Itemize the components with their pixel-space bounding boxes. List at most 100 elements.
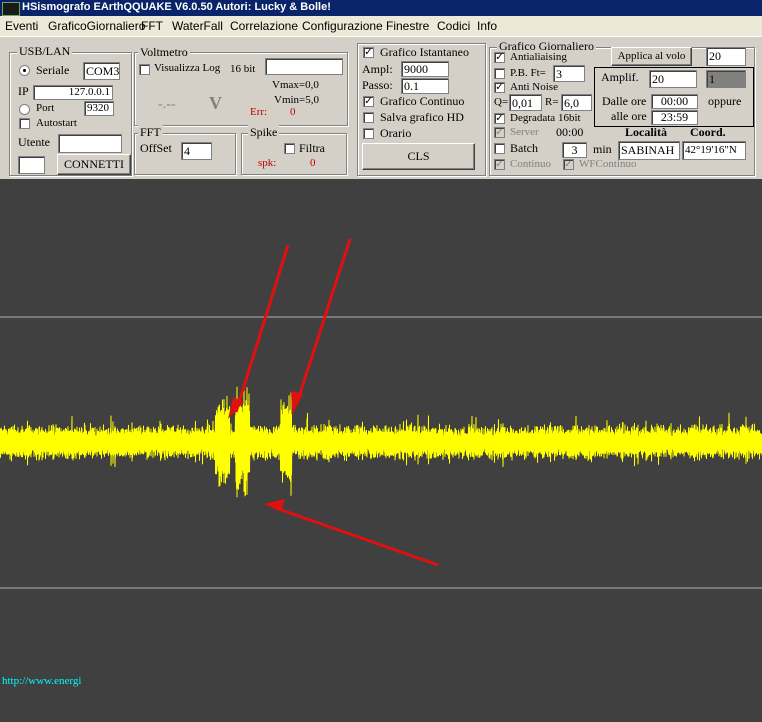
batch-label: Batch xyxy=(510,141,538,155)
r-field[interactable]: 6,0 xyxy=(561,94,592,111)
spk-label: spk: xyxy=(258,157,277,169)
istantaneo-checkbox[interactable]: ✓ xyxy=(363,47,374,58)
vmax-label: Vmax=0,0 xyxy=(272,79,319,91)
q-label: Q= xyxy=(494,96,509,108)
spk-value: 0 xyxy=(310,157,316,169)
menu-eventi[interactable]: Eventi xyxy=(5,19,38,33)
amplif-label: Amplif. xyxy=(601,70,639,84)
ip-field[interactable]: 127.0.0.1 xyxy=(33,85,113,100)
seriale-radio[interactable] xyxy=(19,65,30,76)
err-value: 0 xyxy=(290,106,296,118)
menu-codici[interactable]: Codici xyxy=(437,19,470,33)
ampl-label: Ampl: xyxy=(362,62,393,76)
ip-label: IP xyxy=(18,84,29,98)
volt-unit: V xyxy=(209,93,222,113)
control-panel: USB/LAN Seriale COM3 IP 127.0.0.1 Port 9… xyxy=(0,36,762,180)
applica-field[interactable]: 20 xyxy=(706,47,746,66)
port-label: Port xyxy=(36,102,55,114)
status-box xyxy=(18,156,45,174)
autostart-label: Autostart xyxy=(36,117,77,129)
menu-fft[interactable]: FFT xyxy=(141,19,163,33)
pb-field[interactable]: 3 xyxy=(553,65,585,82)
seriale-label: Seriale xyxy=(36,63,70,77)
port-radio[interactable] xyxy=(19,104,30,115)
continuo-g-checkbox[interactable]: ✓ xyxy=(494,159,505,170)
pb-label: P.B. Ft= xyxy=(510,67,546,79)
salva-hd-checkbox[interactable] xyxy=(363,112,374,123)
log-field[interactable] xyxy=(265,58,343,75)
menu-bar: Eventi GraficoGiornaliero FFT WaterFall … xyxy=(0,16,762,36)
amplif-field[interactable]: 20 xyxy=(649,70,697,88)
volt-display: -.-- xyxy=(158,97,176,112)
antialiasing-label: Antialiaising xyxy=(510,51,567,63)
menu-configurazione[interactable]: Configurazione xyxy=(302,19,383,33)
server-checkbox[interactable]: ✓ xyxy=(494,127,505,138)
amplif-alt-field[interactable]: 1 xyxy=(706,70,746,88)
visualizza-log-checkbox[interactable] xyxy=(139,64,150,75)
degradata-checkbox[interactable]: ✓ xyxy=(494,113,505,124)
utente-label: Utente xyxy=(18,135,50,149)
degradata-label: Degradata 16bit xyxy=(510,112,581,124)
fft-legend: FFT xyxy=(138,125,163,140)
offset-label: OffSet xyxy=(140,141,172,155)
filtra-checkbox[interactable] xyxy=(284,143,295,154)
err-label: Err: xyxy=(250,106,268,118)
applica-button[interactable]: Applica al volo xyxy=(611,47,692,66)
antialiasing-checkbox[interactable]: ✓ xyxy=(494,52,505,63)
alle-label: alle ore xyxy=(611,109,647,123)
batch-checkbox[interactable] xyxy=(494,143,505,154)
server-time: 00:00 xyxy=(556,125,584,139)
cls-button[interactable]: CLS xyxy=(362,143,475,170)
coord-label: Coord. xyxy=(690,125,726,139)
alle-field[interactable]: 23:59 xyxy=(651,110,698,125)
visualizza-log-label: Visualizza Log xyxy=(154,62,221,74)
antinoise-label: Anti Noise xyxy=(510,81,558,93)
utente-field[interactable] xyxy=(58,134,122,153)
com-port-field[interactable]: COM3 xyxy=(83,62,120,80)
bits-label: 16 bit xyxy=(230,63,256,75)
passo-field[interactable]: 0.1 xyxy=(401,78,449,94)
oppure-label: oppure xyxy=(708,94,742,108)
offset-field[interactable]: 4 xyxy=(181,142,212,160)
localita-field[interactable]: SABINAH xyxy=(618,141,680,160)
connetti-button[interactable]: CONNETTI xyxy=(57,154,131,175)
usb-lan-legend: USB/LAN xyxy=(17,44,73,59)
app-icon xyxy=(2,2,20,16)
url-text[interactable]: http://www.energi xyxy=(2,675,81,687)
orario-label: Orario xyxy=(380,126,412,140)
menu-grafico-giornaliero[interactable]: GraficoGiornaliero xyxy=(48,19,145,33)
voltmetro-legend: Voltmetro xyxy=(138,45,190,60)
continuo-checkbox[interactable]: ✓ xyxy=(363,96,374,107)
spike-legend: Spike xyxy=(248,125,280,140)
menu-info[interactable]: Info xyxy=(477,19,497,33)
dalle-label: Dalle ore xyxy=(602,94,647,108)
q-field[interactable]: 0,01 xyxy=(509,94,542,111)
coord-field[interactable]: 42°19'16"N xyxy=(682,141,746,160)
window-title: HSismografo EArthQQUAKE V6.0.50 Autori: … xyxy=(22,1,331,13)
plot-canvas xyxy=(0,179,762,718)
filtra-label: Filtra xyxy=(299,141,325,155)
autostart-checkbox[interactable] xyxy=(19,118,30,129)
continuo-label: Grafico Continuo xyxy=(380,94,465,108)
pb-checkbox[interactable] xyxy=(494,68,505,79)
server-label: Server xyxy=(510,126,539,138)
batch-field[interactable]: 3 xyxy=(562,142,587,158)
title-bar: HSismografo EArthQQUAKE V6.0.50 Autori: … xyxy=(0,0,762,16)
dalle-field[interactable]: 00:00 xyxy=(651,94,698,109)
localita-label: Località xyxy=(625,125,667,139)
menu-correlazione[interactable]: Correlazione xyxy=(230,19,298,33)
orario-checkbox[interactable] xyxy=(363,128,374,139)
menu-waterfall[interactable]: WaterFall xyxy=(172,19,223,33)
passo-label: Passo: xyxy=(362,78,393,92)
vmin-label: Vmin=5,0 xyxy=(274,94,320,106)
seismograph-plot[interactable]: http://www.energi xyxy=(0,179,762,718)
menu-finestre[interactable]: Finestre xyxy=(386,19,429,33)
port-field[interactable]: 9320 xyxy=(84,101,114,116)
istantaneo-label: Grafico Istantaneo xyxy=(380,45,469,59)
ampl-field[interactable]: 9000 xyxy=(401,61,449,77)
min-label: min xyxy=(593,142,612,156)
antinoise-checkbox[interactable]: ✓ xyxy=(494,82,505,93)
salva-hd-label: Salva grafico HD xyxy=(380,110,464,124)
continuo-g-label: Continuo xyxy=(510,158,551,170)
wfcontinuo-checkbox[interactable]: ✓ xyxy=(563,159,574,170)
